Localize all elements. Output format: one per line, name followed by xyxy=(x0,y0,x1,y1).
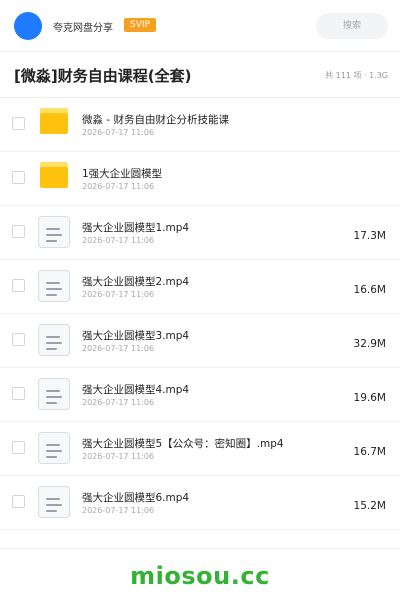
file-size: 16.7M xyxy=(353,446,386,458)
list-item[interactable]: 强大企业圆模型5【公众号：密知圈】.mp4 2026-07-17 11:06 1… xyxy=(0,422,400,476)
select-checkbox[interactable] xyxy=(12,333,25,346)
file-name: 1强大企业圆模型 xyxy=(82,168,163,180)
list-item[interactable]: 微淼 - 财务自由财企分析技能课 2026-07-17 11:06 xyxy=(0,98,400,152)
file-name: 强大企业圆模型4.mp4 xyxy=(82,384,190,396)
file-date: 2026-07-17 11:06 xyxy=(82,182,155,191)
list-item[interactable]: 强大企业圆模型4.mp4 2026-07-17 11:06 19.6M xyxy=(0,368,400,422)
document-icon xyxy=(38,432,70,464)
file-date: 2026-07-17 11:06 xyxy=(82,290,155,299)
file-name: 强大企业圆模型2.mp4 xyxy=(82,276,190,288)
document-icon xyxy=(38,378,70,410)
list-item[interactable]: 1强大企业圆模型 2026-07-17 11:06 xyxy=(0,152,400,206)
list-item[interactable]: 强大企业圆模型6.mp4 2026-07-17 11:06 15.2M xyxy=(0,476,400,530)
select-checkbox[interactable] xyxy=(12,441,25,454)
file-date: 2026-07-17 11:06 xyxy=(82,398,155,407)
file-list: 微淼 - 财务自由财企分析技能课 2026-07-17 11:06 1强大企业圆… xyxy=(0,98,400,530)
search-input[interactable]: 搜索 xyxy=(316,13,388,39)
list-item[interactable]: 强大企业圆模型1.mp4 2026-07-17 11:06 17.3M xyxy=(0,206,400,260)
file-date: 2026-07-17 11:06 xyxy=(82,506,155,515)
file-date: 2026-07-17 11:06 xyxy=(82,452,155,461)
document-icon xyxy=(38,486,70,518)
document-icon xyxy=(38,324,70,356)
share-title-bar: [微淼]财务自由课程(全套) 共 111 项 · 1.3G xyxy=(0,52,400,98)
file-date: 2026-07-17 11:06 xyxy=(82,344,155,353)
folder-icon xyxy=(38,108,70,140)
list-item[interactable]: 强大企业圆模型2.mp4 2026-07-17 11:06 16.6M xyxy=(0,260,400,314)
page-title: [微淼]财务自由课程(全套) xyxy=(14,67,192,85)
list-item[interactable]: 强大企业圆模型3.mp4 2026-07-17 11:06 32.9M xyxy=(0,314,400,368)
top-bar: 夸克网盘分享 SVIP 搜索 xyxy=(0,0,400,52)
svip-badge: SVIP xyxy=(124,18,156,32)
user-name[interactable]: 夸克网盘分享 xyxy=(53,19,113,34)
document-icon xyxy=(38,216,70,248)
file-name: 强大企业圆模型6.mp4 xyxy=(82,492,190,504)
file-date: 2026-07-17 11:06 xyxy=(82,236,155,245)
select-checkbox[interactable] xyxy=(12,387,25,400)
file-name: 强大企业圆模型5【公众号：密知圈】.mp4 xyxy=(82,438,284,450)
avatar[interactable] xyxy=(14,12,42,40)
file-size: 17.3M xyxy=(353,230,386,242)
select-checkbox[interactable] xyxy=(12,117,25,130)
document-icon xyxy=(38,270,70,302)
file-date: 2026-07-17 11:06 xyxy=(82,128,155,137)
select-checkbox[interactable] xyxy=(12,279,25,292)
file-size: 32.9M xyxy=(353,338,386,350)
select-checkbox[interactable] xyxy=(12,171,25,184)
file-size: 19.6M xyxy=(353,392,386,404)
file-name: 微淼 - 财务自由财企分析技能课 xyxy=(82,114,229,126)
site-watermark: miosou.cc xyxy=(130,562,270,590)
file-name: 强大企业圆模型1.mp4 xyxy=(82,222,190,234)
file-name: 强大企业圆模型3.mp4 xyxy=(82,330,190,342)
file-size: 15.2M xyxy=(353,500,386,512)
select-checkbox[interactable] xyxy=(12,225,25,238)
footer-divider xyxy=(0,548,400,549)
folder-icon xyxy=(38,162,70,194)
select-checkbox[interactable] xyxy=(12,495,25,508)
share-summary: 共 111 项 · 1.3G xyxy=(325,71,388,80)
file-size: 16.6M xyxy=(353,284,386,296)
